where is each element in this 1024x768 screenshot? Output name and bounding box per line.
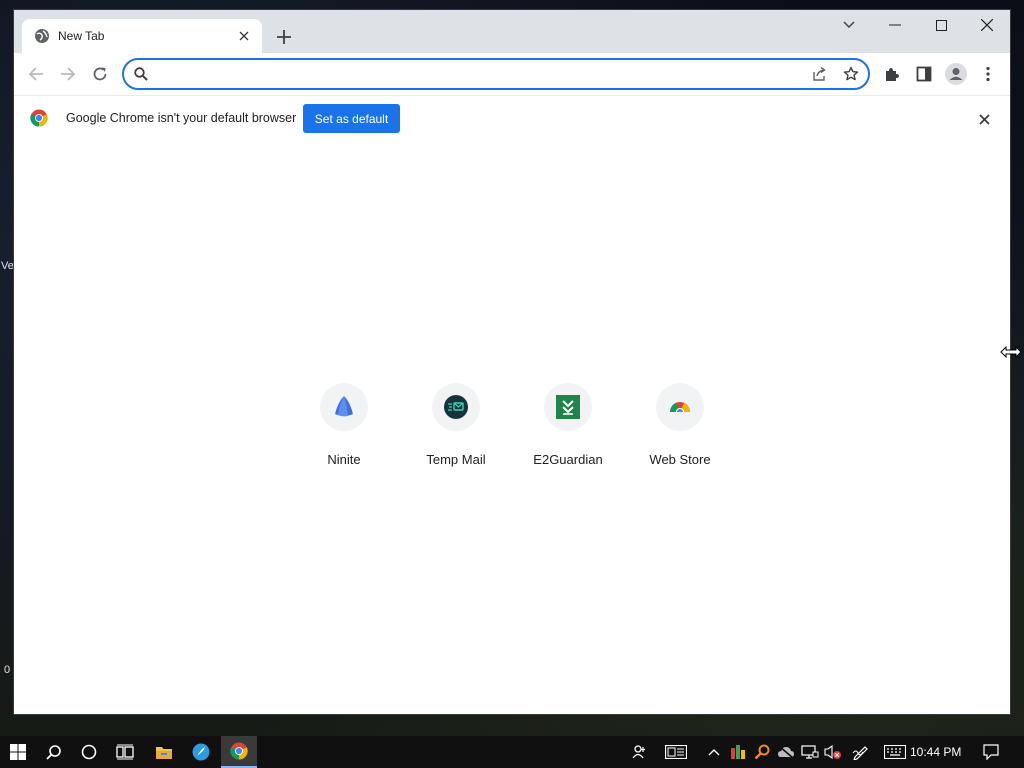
bookmark-star-icon[interactable]	[838, 61, 864, 87]
web-store-icon	[656, 383, 704, 431]
close-infobar-icon[interactable]	[975, 110, 993, 128]
chevron-up-icon[interactable]	[705, 744, 723, 760]
shortcut-tile[interactable]: Web Store	[624, 381, 736, 471]
shortcut-label: Web Store	[649, 452, 711, 467]
people-icon[interactable]	[631, 744, 649, 760]
tab-search-icon[interactable]	[826, 10, 872, 40]
tray-search-app-icon[interactable]	[753, 744, 771, 760]
set-as-default-button[interactable]: Set as default	[303, 104, 400, 133]
new-tab-page: Ninite Temp Mail E2Guardian Web Store	[14, 141, 1010, 714]
ninite-icon	[320, 383, 368, 431]
tray-app-icon[interactable]	[729, 744, 747, 760]
search-button[interactable]	[37, 736, 71, 768]
search-icon	[128, 61, 154, 87]
task-view-button[interactable]	[108, 736, 142, 768]
address-input[interactable]	[160, 61, 806, 87]
touch-keyboard-icon[interactable]	[883, 744, 907, 760]
news-widget-icon[interactable]	[664, 744, 688, 760]
tab-strip: New Tab	[14, 10, 1010, 53]
chrome-logo-icon	[30, 109, 48, 127]
app-taskbar-icon[interactable]	[184, 736, 218, 768]
new-tab-button[interactable]	[272, 25, 296, 49]
browser-toolbar	[14, 53, 1010, 95]
forward-button[interactable]	[54, 60, 82, 88]
tab-title: New Tab	[58, 29, 105, 43]
temp-mail-icon	[432, 383, 480, 431]
onedrive-offline-icon[interactable]	[777, 744, 795, 760]
resize-cursor-icon	[1000, 345, 1022, 359]
reload-button[interactable]	[86, 60, 114, 88]
shortcut-label: E2Guardian	[533, 452, 603, 467]
close-tab-icon[interactable]	[236, 28, 252, 44]
tab-new-tab[interactable]: New Tab	[22, 19, 262, 53]
shortcut-tile[interactable]: Temp Mail	[400, 381, 512, 471]
default-browser-infobar: Google Chrome isn't your default browser…	[14, 95, 1010, 141]
pen-workspace-icon[interactable]	[852, 744, 870, 760]
chrome-window: New Tab Google Chrome isn't your default…	[14, 10, 1010, 714]
start-button[interactable]	[0, 736, 36, 768]
maximize-button[interactable]	[918, 10, 964, 40]
globe-icon	[34, 28, 50, 44]
shortcut-label: Ninite	[327, 452, 361, 467]
chrome-taskbar-icon[interactable]	[221, 736, 257, 768]
back-button[interactable]	[22, 60, 50, 88]
shortcut-label: Temp Mail	[426, 452, 486, 467]
desktop-text-fragment: 0	[4, 664, 11, 676]
close-window-button[interactable]	[964, 10, 1010, 40]
side-panel-icon[interactable]	[910, 60, 938, 88]
network-icon[interactable]	[801, 744, 819, 760]
desktop-text-fragment: Ve	[1, 260, 14, 272]
infobar-message: Google Chrome isn't your default browser	[66, 111, 297, 125]
share-icon[interactable]	[806, 61, 832, 87]
address-bar[interactable]	[122, 58, 870, 90]
notifications-icon[interactable]	[982, 744, 1000, 760]
shortcut-tile[interactable]: Ninite	[288, 381, 400, 471]
cortana-button[interactable]	[72, 736, 106, 768]
taskbar: 10:44 PM	[0, 736, 1024, 768]
minimize-button[interactable]	[872, 10, 918, 40]
extensions-icon[interactable]	[878, 60, 906, 88]
menu-kebab-icon[interactable]	[974, 60, 1002, 88]
volume-muted-icon[interactable]	[824, 744, 842, 760]
e2guardian-icon	[544, 383, 592, 431]
shortcut-tile[interactable]: E2Guardian	[512, 381, 624, 471]
file-explorer-icon[interactable]	[147, 736, 181, 768]
profile-avatar-icon[interactable]	[942, 60, 970, 88]
taskbar-clock[interactable]: 10:44 PM	[910, 745, 961, 759]
